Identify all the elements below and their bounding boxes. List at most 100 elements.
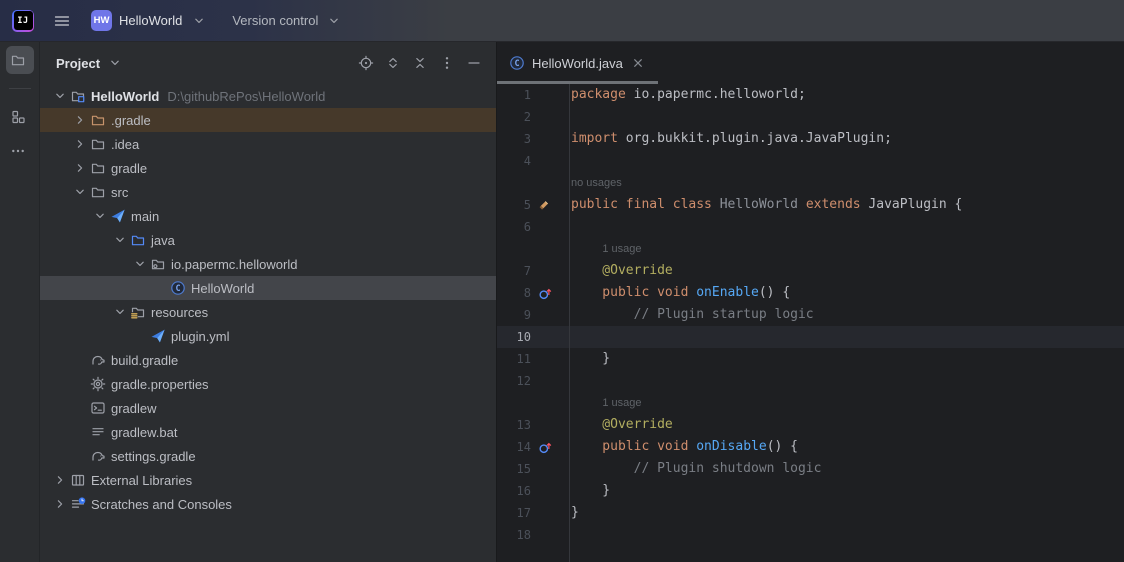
code-line-14[interactable]: 14 public void onDisable() { <box>497 436 1124 458</box>
code-line-17[interactable]: 17} <box>497 502 1124 524</box>
chevron-down-icon[interactable] <box>112 232 128 248</box>
class-icon: C <box>170 280 186 296</box>
line-number: 6 <box>497 216 531 238</box>
activity-bar-project-button[interactable] <box>6 46 34 74</box>
twisty-spacer <box>72 352 88 368</box>
main-toolbar: IJ HW HelloWorld Version control <box>0 0 1124 42</box>
tree-item-scratches-and-consoles[interactable]: Scratches and Consoles <box>40 492 496 516</box>
tree-item-gradle[interactable]: .gradle <box>40 108 496 132</box>
inlay-hint-row[interactable]: no usages <box>497 172 1124 194</box>
activity-bar-structure-button[interactable] <box>6 103 34 131</box>
tree-item-label: HelloWorld <box>91 89 159 104</box>
code-line-12[interactable]: 12 <box>497 370 1124 392</box>
tree-item-external-libraries[interactable]: External Libraries <box>40 468 496 492</box>
twisty-spacer <box>72 424 88 440</box>
svg-text:C: C <box>175 284 180 294</box>
project-panel-header: Project <box>40 42 496 84</box>
override-gutter-icon[interactable] <box>531 440 569 455</box>
folder-resources-icon <box>130 304 146 320</box>
code-editor[interactable]: 1package io.papermc.helloworld;23import … <box>497 84 1124 562</box>
code-line-6[interactable]: 6 <box>497 216 1124 238</box>
code-text: import org.bukkit.plugin.java.JavaPlugin… <box>571 128 892 150</box>
tree-item-label: gradlew.bat <box>111 425 178 440</box>
tree-item-gradle-properties[interactable]: gradle.properties <box>40 372 496 396</box>
code-line-3[interactable]: 3import org.bukkit.plugin.java.JavaPlugi… <box>497 128 1124 150</box>
override-gutter-icon[interactable] <box>531 286 569 301</box>
code-line-2[interactable]: 2 <box>497 106 1124 128</box>
chevron-down-icon[interactable] <box>107 55 123 71</box>
chevron-right-icon[interactable] <box>52 472 68 488</box>
close-icon[interactable] <box>630 55 646 71</box>
tree-item-src[interactable]: src <box>40 180 496 204</box>
code-line-1[interactable]: 1package io.papermc.helloworld; <box>497 84 1124 106</box>
chevron-down-icon[interactable] <box>72 184 88 200</box>
code-text: public void onEnable() { <box>571 282 790 304</box>
tree-item-label: .gradle <box>111 113 151 128</box>
line-number: 16 <box>497 480 531 502</box>
hide-button[interactable] <box>466 55 482 71</box>
inlay-hint-row[interactable]: 1 usage <box>497 392 1124 414</box>
tree-item-helloworld[interactable]: HelloWorldD:\githubRePos\HelloWorld <box>40 84 496 108</box>
code-line-4[interactable]: 4 <box>497 150 1124 172</box>
collapse-all-button[interactable] <box>412 55 428 71</box>
tree-item-main[interactable]: main <box>40 204 496 228</box>
activity-bar-more-tool-windows-button[interactable] <box>6 137 34 165</box>
line-number: 18 <box>497 524 531 546</box>
chevron-down-icon <box>326 13 342 29</box>
tree-item-resources[interactable]: resources <box>40 300 496 324</box>
plugin-gutter-icon[interactable] <box>531 199 569 212</box>
code-line-8[interactable]: 8 public void onEnable() { <box>497 282 1124 304</box>
code-line-9[interactable]: 9 // Plugin startup logic <box>497 304 1124 326</box>
code-line-13[interactable]: 13 @Override <box>497 414 1124 436</box>
twisty-spacer <box>72 448 88 464</box>
main-menu-button[interactable] <box>51 13 74 29</box>
line-number: 11 <box>497 348 531 370</box>
tree-item-label: gradle <box>111 161 147 176</box>
code-line-18[interactable]: 18 <box>497 524 1124 546</box>
tree-item-gradle[interactable]: gradle <box>40 156 496 180</box>
chevron-down-icon[interactable] <box>92 208 108 224</box>
project-panel-title[interactable]: Project <box>56 56 100 71</box>
expand-all-button[interactable] <box>385 55 401 71</box>
tree-item-settings-gradle[interactable]: settings.gradle <box>40 444 496 468</box>
code-line-10[interactable]: 10 <box>497 326 1124 348</box>
tree-item-gradlew-bat[interactable]: gradlew.bat <box>40 420 496 444</box>
tree-item-gradlew[interactable]: gradlew <box>40 396 496 420</box>
line-number: 12 <box>497 370 531 392</box>
chevron-down-icon[interactable] <box>112 304 128 320</box>
chevron-right-icon[interactable] <box>72 112 88 128</box>
chevron-down-icon[interactable] <box>52 88 68 104</box>
chevron-right-icon[interactable] <box>72 136 88 152</box>
tree-item-plugin-yml[interactable]: plugin.yml <box>40 324 496 348</box>
code-line-15[interactable]: 15 // Plugin shutdown logic <box>497 458 1124 480</box>
vcs-widget[interactable]: Version control <box>232 13 347 29</box>
code-line-16[interactable]: 16 } <box>497 480 1124 502</box>
tree-item-helloworld[interactable]: CHelloWorld <box>40 276 496 300</box>
chevron-right-icon[interactable] <box>52 496 68 512</box>
inlay-hint-row[interactable]: 1 usage <box>497 238 1124 260</box>
tree-item-io-papermc-helloworld[interactable]: io.papermc.helloworld <box>40 252 496 276</box>
code-line-11[interactable]: 11 } <box>497 348 1124 370</box>
code-line-5[interactable]: 5public final class HelloWorld extends J… <box>497 194 1124 216</box>
tree-item-java[interactable]: java <box>40 228 496 252</box>
code-line-7[interactable]: 7 @Override <box>497 260 1124 282</box>
class-icon: C <box>509 55 525 71</box>
chevron-down-icon[interactable] <box>132 256 148 272</box>
locate-button[interactable] <box>358 55 374 71</box>
code-text: // Plugin startup logic <box>571 304 814 326</box>
line-number: 4 <box>497 150 531 172</box>
chevron-right-icon[interactable] <box>72 160 88 176</box>
project-badge: HW <box>91 10 112 31</box>
paper-plane-icon <box>150 328 166 344</box>
options-button[interactable] <box>439 55 455 71</box>
activity-bar <box>0 42 40 562</box>
code-text: } <box>571 502 579 524</box>
tree-item-label: plugin.yml <box>171 329 230 344</box>
tree-item-build-gradle[interactable]: build.gradle <box>40 348 496 372</box>
editor-tab-helloworld-java[interactable]: C HelloWorld.java <box>497 42 658 84</box>
project-widget[interactable]: HW HelloWorld <box>91 10 212 31</box>
tree-item-idea[interactable]: .idea <box>40 132 496 156</box>
line-number: 15 <box>497 458 531 480</box>
folder-icon <box>90 160 106 176</box>
code-text: } <box>571 480 610 502</box>
